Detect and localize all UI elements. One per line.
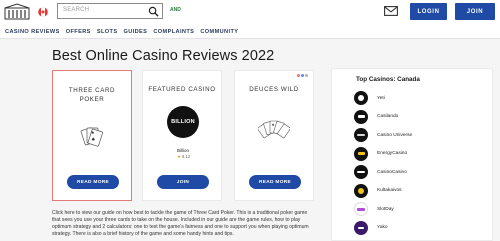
nav-item-offers[interactable]: OFFERS xyxy=(66,26,91,38)
join-casino-button[interactable]: JOIN xyxy=(157,175,209,189)
casino-name: Casino Universe xyxy=(377,132,413,138)
casino-name: Billion xyxy=(177,148,190,153)
search-icon[interactable] xyxy=(148,6,159,17)
svg-text:♠: ♠ xyxy=(91,130,95,135)
casino-logo-icon xyxy=(354,109,368,124)
card-title-line-2: POKER xyxy=(79,96,105,103)
card-title: FEATURED CASINO xyxy=(148,86,216,93)
casino-name: EnergyCasino xyxy=(377,151,408,157)
card-title-line-1: THREE CARD xyxy=(68,87,116,94)
casino-logo-icon xyxy=(354,146,368,161)
casino-logo-icon xyxy=(354,165,368,180)
casino-name: CasinoCasino xyxy=(377,169,407,175)
casino-logo-icon xyxy=(354,183,368,198)
list-item[interactable]: Kultakaivos xyxy=(354,182,412,201)
casino-name: SlotDay xyxy=(377,206,394,212)
casino-name: Yako xyxy=(377,225,388,231)
read-more-button[interactable]: READ MORE xyxy=(249,175,301,189)
intro-paragraph: Click here to view our guide on how best… xyxy=(52,210,309,237)
search-box[interactable]: SEARCH xyxy=(57,3,163,19)
top-casinos-list: Yeti Casilando Casino Universe EnergyCas… xyxy=(354,89,412,237)
card-title: THREE CARD POKER xyxy=(53,86,131,104)
top-casinos-panel: Top Casinos: Canada Yeti Casilando Casin… xyxy=(331,68,493,241)
nav-item-guides[interactable]: GUIDES xyxy=(123,26,147,38)
casino-name: Kultakaivos xyxy=(377,188,402,194)
login-button[interactable]: LOGIN xyxy=(410,3,447,20)
card-deuces-wild[interactable]: DEUCES WILD ♠ READ MORE xyxy=(234,70,314,201)
card-title: DEUCES WILD xyxy=(249,86,299,93)
list-item[interactable]: EnergyCasino xyxy=(354,145,412,164)
list-item[interactable]: Yako xyxy=(354,219,412,238)
site-header: SEARCH AND LOGIN JOIN xyxy=(0,0,500,25)
svg-text:♠: ♠ xyxy=(91,137,95,143)
site-logo[interactable] xyxy=(4,3,30,21)
nav-item-community[interactable]: COMMUNITY xyxy=(200,26,238,38)
list-item[interactable]: CasinoCasino xyxy=(354,163,412,182)
casino-rating-value: 6.12 xyxy=(182,154,191,159)
casino-logo-icon xyxy=(354,220,368,235)
nav-item-complaints[interactable]: COMPLAINTS xyxy=(153,26,194,38)
read-more-button[interactable]: READ MORE xyxy=(67,175,119,189)
casino-logo-icon xyxy=(354,202,368,217)
casino-rating: ★6.12 xyxy=(177,154,190,160)
casino-name: Yeti xyxy=(377,95,385,101)
list-item[interactable]: Yeti xyxy=(354,89,412,108)
sidebar-title: Top Casinos: Canada xyxy=(356,76,420,83)
poker-cards-icon: ♠ ♠ xyxy=(80,127,103,147)
billion-logo[interactable]: BILLION xyxy=(167,106,199,138)
card-three-card-poker[interactable]: THREE CARD POKER ♠ ♠ READ MORE xyxy=(52,70,132,201)
card-featured-casino[interactable]: FEATURED CASINO BILLION Billion ★6.12 JO… xyxy=(142,70,222,201)
search-placeholder: SEARCH xyxy=(63,7,90,13)
page-title: Best Online Casino Reviews 2022 xyxy=(52,48,275,64)
casino-logo-icon xyxy=(354,91,368,106)
casino-logo-icon xyxy=(354,128,368,143)
list-item[interactable]: SlotDay xyxy=(354,200,412,219)
mail-icon[interactable] xyxy=(384,6,398,16)
canada-flag-icon[interactable] xyxy=(38,7,48,17)
nav-item-slots[interactable]: SLOTS xyxy=(97,26,118,38)
nav-item-casino-reviews[interactable]: CASINO REVIEWS xyxy=(5,26,60,38)
main-nav: CASINO REVIEWS OFFERS SLOTS GUIDES COMPL… xyxy=(0,26,500,38)
svg-text:♠: ♠ xyxy=(272,123,275,127)
casino-name: Casilando xyxy=(377,114,399,120)
star-icon: ★ xyxy=(177,154,182,159)
join-button[interactable]: JOIN xyxy=(455,3,495,20)
list-item[interactable]: Casino Universe xyxy=(354,126,412,145)
list-item[interactable]: Casilando xyxy=(354,108,412,127)
playing-cards-icon: ♠ xyxy=(258,120,290,139)
and-label: AND xyxy=(170,7,181,13)
ad-choices-icon[interactable] xyxy=(297,64,311,77)
